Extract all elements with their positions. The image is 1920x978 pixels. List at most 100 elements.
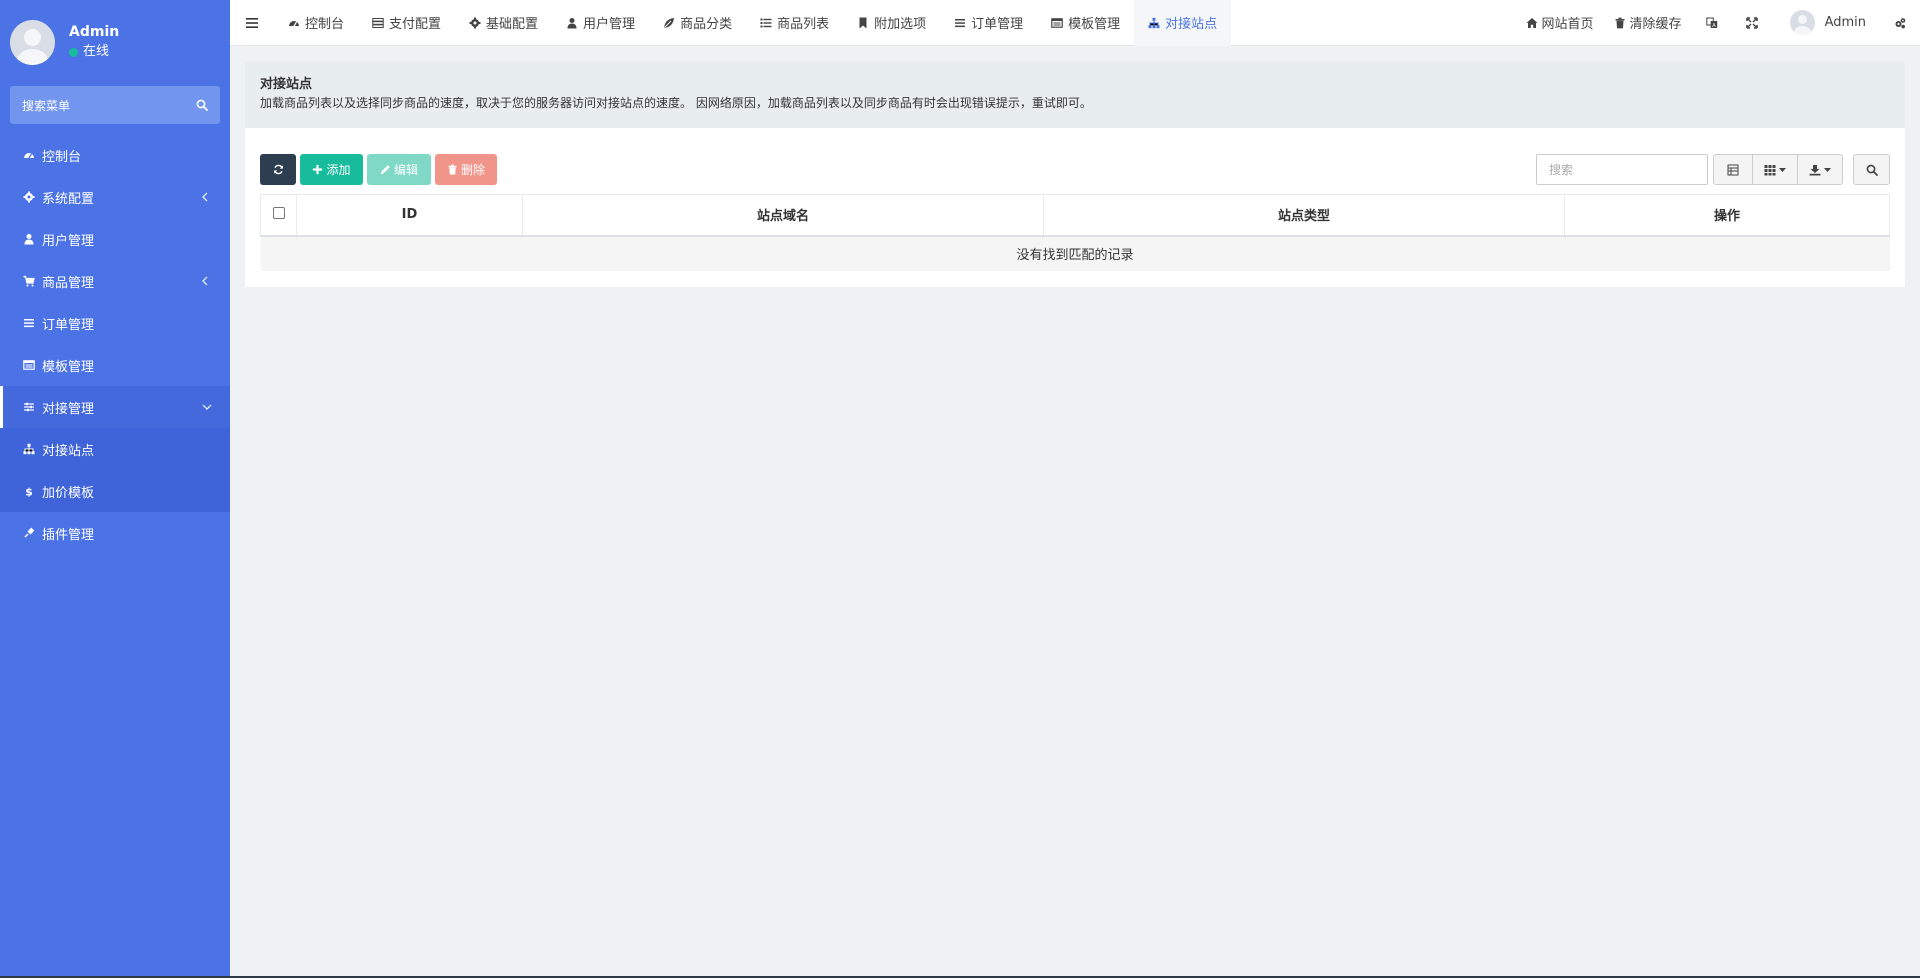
dollar-icon: $	[22, 484, 36, 498]
plus-icon	[313, 164, 323, 175]
edit-button-label: 编辑	[393, 163, 418, 177]
user-icon	[567, 17, 577, 28]
user-name: Admin	[69, 24, 120, 40]
list-icon	[22, 316, 36, 330]
tab-label: 商品分类	[680, 17, 733, 32]
menu-search-placeholder: 搜索菜单	[22, 98, 71, 113]
sidebar-item-label: 对接管理	[42, 401, 95, 417]
table-toolbar: 添加 编辑 删除	[260, 154, 501, 185]
tab-dashboard[interactable]: 控制台	[274, 0, 358, 46]
gear-icon	[469, 17, 481, 28]
user-panel: Admin 在线	[0, 0, 230, 84]
sidebar-item-label: 插件管理	[42, 527, 95, 543]
template-icon	[1051, 17, 1063, 28]
fullscreen-button[interactable]	[1732, 0, 1772, 46]
tab-template-management[interactable]: 模板管理	[1037, 0, 1134, 46]
sidebar-item-label: 商品管理	[42, 275, 95, 291]
sidebar-item-template-management[interactable]: 模板管理	[0, 344, 230, 386]
tab-label: 商品列表	[777, 17, 830, 32]
table-icon	[1727, 164, 1739, 175]
sliders-icon	[22, 400, 36, 414]
tab-user-management[interactable]: 用户管理	[552, 0, 649, 46]
column-header-domain[interactable]: 站点域名	[522, 194, 1044, 237]
sidebar-item-dashboard[interactable]: 控制台	[0, 134, 230, 176]
export-dropdown-button[interactable]	[1798, 154, 1843, 185]
submenu-integration: 对接站点 $ 加价模板	[0, 428, 230, 512]
caret-down-icon	[1824, 167, 1831, 172]
tab-product-category[interactable]: 商品分类	[649, 0, 746, 46]
sidebar-item-label: 对接站点	[42, 443, 95, 459]
sidebar-item-plugin-management[interactable]: 插件管理	[0, 512, 230, 554]
site-home-link[interactable]: 网站首页	[1516, 13, 1604, 32]
nav-tabs: 控制台 支付配置 基础配置 用户管理 商品分类 商品列表 附加选项 订单管理 模…	[274, 0, 1232, 46]
sidebar-item-product-management[interactable]: 商品管理	[0, 260, 230, 302]
sidebar-item-system-config[interactable]: 系统配置	[0, 176, 230, 218]
online-dot-icon	[69, 47, 78, 57]
chevron-left-icon	[202, 274, 212, 288]
refresh-button[interactable]	[260, 154, 296, 185]
avatar	[1789, 10, 1815, 35]
tab-integration-sites[interactable]: 对接站点	[1134, 0, 1232, 46]
home-icon	[1526, 17, 1538, 28]
template-icon	[22, 358, 36, 372]
sidebar-toggle-button[interactable]	[230, 0, 274, 46]
tab-label: 对接站点	[1165, 17, 1218, 32]
sidebar-item-label: 订单管理	[42, 317, 95, 333]
user-icon	[22, 232, 36, 246]
tab-label: 附加选项	[874, 17, 927, 32]
advanced-search-button[interactable]	[1853, 154, 1890, 185]
delete-button-label: 删除	[460, 163, 485, 177]
svg-text:$: $	[25, 486, 33, 498]
tab-order-management[interactable]: 订单管理	[940, 0, 1037, 46]
tab-product-list[interactable]: 商品列表	[746, 0, 843, 46]
hamburger-icon	[246, 17, 258, 28]
sidebar-item-user-management[interactable]: 用户管理	[0, 218, 230, 260]
refresh-icon	[273, 164, 283, 175]
sidebar-item-label: 模板管理	[42, 359, 95, 375]
tab-basic-config[interactable]: 基础配置	[455, 0, 552, 46]
clear-cache-button[interactable]: 清除缓存	[1604, 13, 1692, 32]
column-header-type[interactable]: 站点类型	[1043, 194, 1565, 237]
tab-label: 模板管理	[1068, 17, 1121, 32]
chevron-left-icon	[202, 190, 212, 204]
page-title: 对接站点	[260, 77, 313, 92]
sidebar-item-label: 系统配置	[42, 191, 95, 207]
dashboard-icon	[289, 20, 299, 26]
side-menu: 控制台 系统配置 用户管理 商品管理 订单管理 模板管理 对接管理 对接站点 $…	[0, 134, 230, 554]
chevron-down-icon	[202, 400, 212, 414]
tab-label: 控制台	[305, 17, 345, 32]
tab-payment-config[interactable]: 支付配置	[358, 0, 455, 46]
search-icon	[1866, 164, 1878, 176]
table-search-input[interactable]	[1536, 154, 1708, 185]
sidebar-item-integration-management[interactable]: 对接管理	[0, 386, 230, 428]
sitemap-icon	[1148, 17, 1160, 28]
table-tools	[1536, 154, 1890, 185]
user-menu[interactable]: Admin	[1772, 10, 1880, 35]
settings-button[interactable]	[1880, 0, 1920, 46]
tab-label: 订单管理	[971, 17, 1024, 32]
sidebar-item-label: 加价模板	[42, 485, 95, 501]
bars-icon	[955, 18, 966, 27]
select-all-cell	[260, 194, 297, 237]
user-status: 在线	[69, 42, 119, 62]
edit-button[interactable]: 编辑	[367, 154, 431, 185]
gears-icon	[1895, 17, 1906, 28]
cart-icon	[22, 274, 36, 288]
add-button[interactable]: 添加	[300, 154, 363, 185]
delete-button[interactable]: 删除	[435, 154, 497, 185]
language-icon: A	[1705, 17, 1717, 28]
columns-dropdown-button[interactable]	[1753, 154, 1798, 185]
language-button[interactable]: A	[1692, 0, 1732, 46]
sidebar-item-markup-template[interactable]: $ 加价模板	[0, 470, 230, 512]
column-header-id[interactable]: ID	[296, 194, 523, 237]
sidebar-item-integration-sites[interactable]: 对接站点	[0, 428, 230, 470]
toggle-view-button[interactable]	[1713, 154, 1753, 185]
select-all-checkbox[interactable]	[272, 206, 285, 219]
avatar	[10, 19, 55, 65]
tab-extra-options[interactable]: 附加选项	[843, 0, 940, 46]
menu-search-input[interactable]: 搜索菜单	[10, 86, 220, 124]
trash-icon	[1615, 17, 1625, 28]
page-description: 加载商品列表以及选择同步商品的速度，取决于您的服务器访问对接站点的速度。 因网络…	[260, 96, 1092, 110]
sidebar-item-order-management[interactable]: 订单管理	[0, 302, 230, 344]
search-icon	[196, 99, 208, 111]
